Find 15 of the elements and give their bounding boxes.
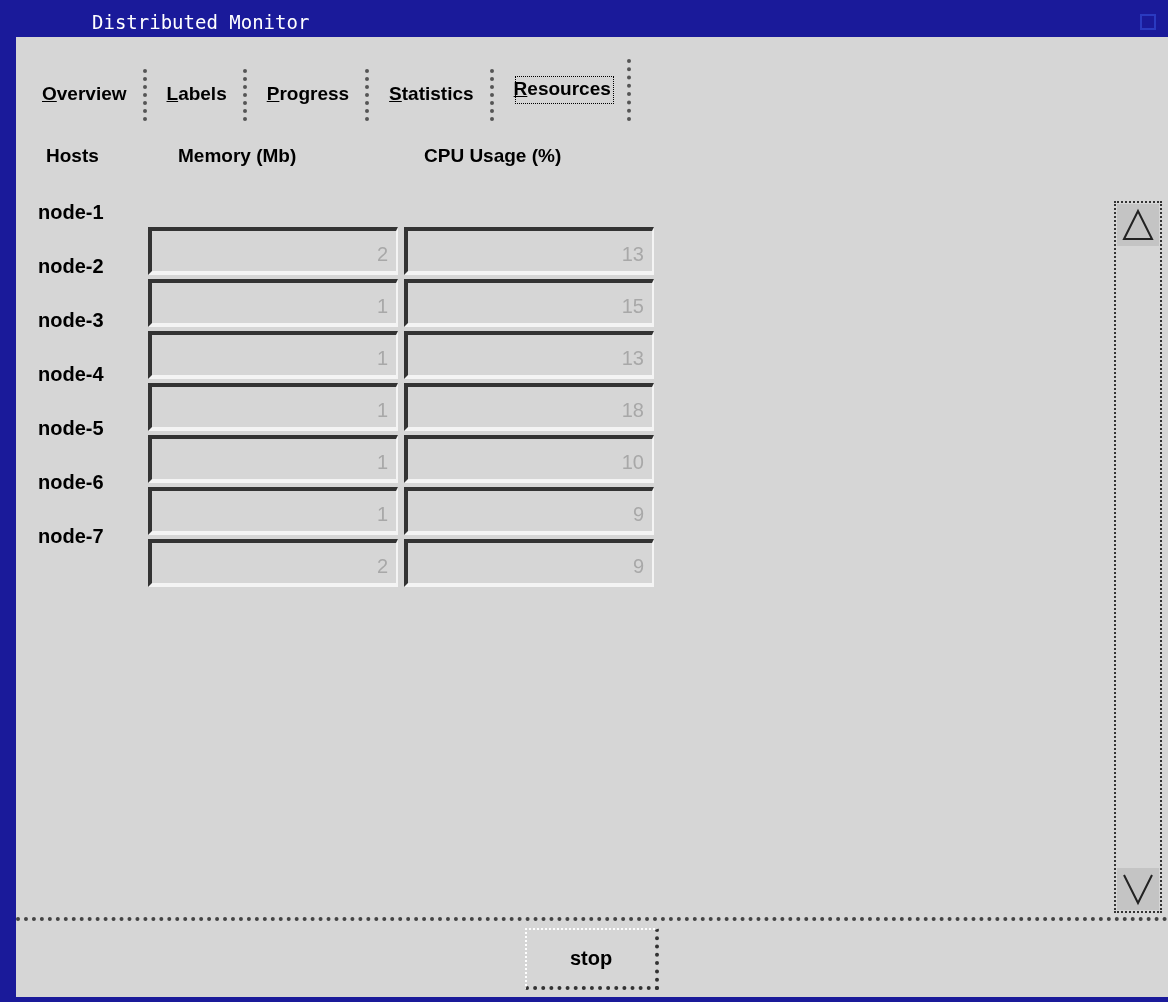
- column-header: CPU Usage (%): [424, 144, 563, 169]
- window-title: Distributed Monitor: [92, 10, 310, 35]
- column-header: Hosts: [46, 144, 100, 169]
- host-label: node-2: [38, 253, 105, 279]
- scrollbar[interactable]: [1114, 200, 1162, 913]
- scroll-down-icon[interactable]: [1116, 866, 1160, 911]
- stop-button[interactable]: stop: [525, 927, 659, 990]
- host-label: node-7: [38, 523, 105, 549]
- column-header: Memory (Mb): [178, 144, 298, 169]
- host-label: node-3: [38, 307, 105, 333]
- host-label: node-6: [38, 469, 105, 495]
- scroll-up-icon[interactable]: [1116, 202, 1160, 247]
- host-label: node-5: [38, 415, 105, 441]
- host-label: node-4: [38, 361, 105, 387]
- host-label: node-1: [38, 199, 105, 225]
